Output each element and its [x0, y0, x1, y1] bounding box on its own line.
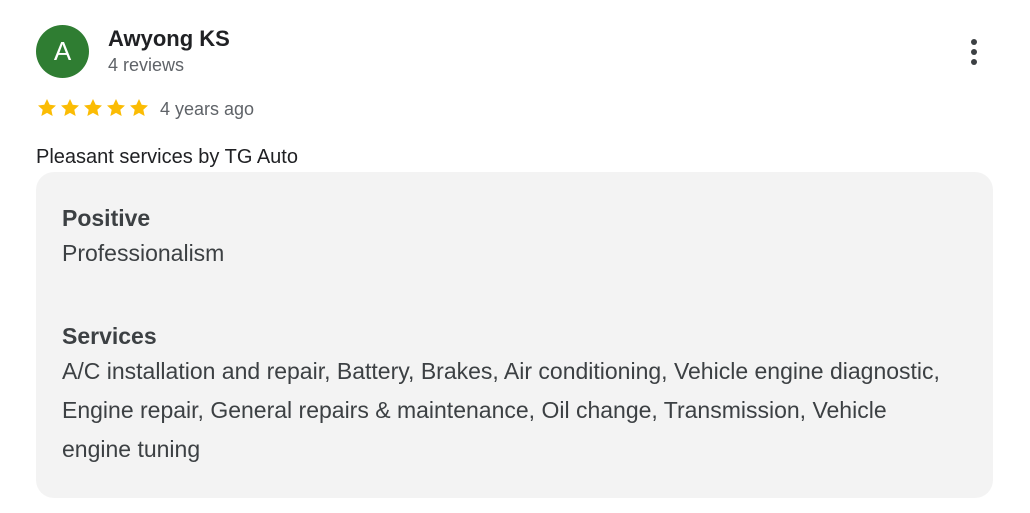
positive-section: Positive Professionalism — [62, 202, 962, 273]
services-section: Services A/C installation and repair, Ba… — [62, 320, 962, 469]
star-icon — [61, 99, 79, 116]
review-details-panel: Positive Professionalism Services A/C in… — [36, 172, 993, 498]
review-text: Pleasant services by TG Auto — [36, 146, 298, 168]
star-icon — [130, 99, 148, 116]
avatar[interactable]: A — [36, 25, 89, 78]
reviewer-review-count: 4 reviews — [108, 55, 185, 75]
avatar-initial: A — [53, 36, 72, 66]
positive-value: Professionalism — [62, 240, 225, 266]
star-icon — [84, 99, 102, 116]
services-value: A/C installation and repair, Battery, Br… — [62, 358, 940, 462]
services-title: Services — [62, 323, 157, 349]
review-time: 4 years ago — [160, 99, 255, 119]
more-vert-icon — [971, 39, 977, 65]
star-icon — [38, 99, 56, 116]
star-rating — [36, 97, 150, 119]
more-options-button[interactable] — [956, 32, 992, 72]
reviewer-name[interactable]: Awyong KS — [108, 25, 230, 53]
positive-title: Positive — [62, 205, 151, 231]
star-icon — [107, 99, 125, 116]
